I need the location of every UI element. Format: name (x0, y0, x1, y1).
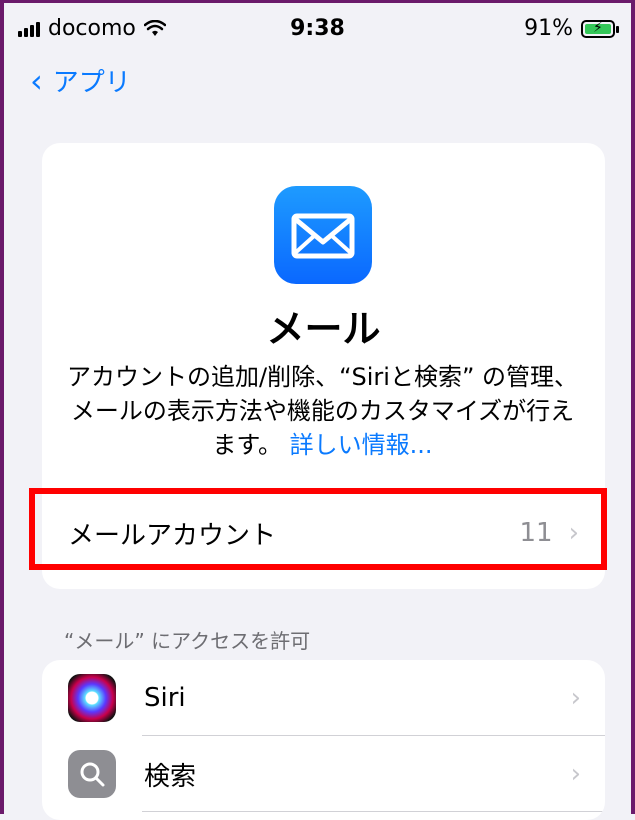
back-label: アプリ (52, 68, 131, 98)
battery-icon: ⚡ (581, 19, 619, 38)
section-header: “メール” にアクセスを許可 (64, 629, 311, 653)
list-item-siri[interactable]: Siri › (42, 660, 605, 736)
status-bar: docomo 9:38 91% ⚡ (0, 0, 635, 56)
app-description: アカウントの追加/削除、“Siriと検索” の管理、メールの表示方法や機能のカス… (62, 360, 583, 462)
more-info-link[interactable]: 詳しい情報... (290, 431, 433, 459)
siri-icon (68, 674, 116, 722)
battery-percent: 91% (524, 16, 573, 41)
divider (142, 811, 605, 812)
envelope-icon (291, 213, 355, 259)
highlight-box (29, 488, 607, 570)
app-title: メール (266, 307, 381, 351)
list-item-label: Siri (144, 683, 186, 713)
back-button[interactable]: ‹ アプリ (30, 62, 131, 99)
status-right: 91% ⚡ (524, 16, 619, 41)
chevron-right-icon: › (570, 683, 581, 713)
list-item-label: 検索 (144, 761, 197, 792)
list-item-search[interactable]: 検索 › (42, 736, 605, 812)
access-list: Siri › 検索 › (42, 660, 605, 820)
mail-app-icon (274, 186, 372, 284)
chevron-right-icon: › (570, 759, 581, 789)
chevron-left-icon: ‹ (30, 61, 43, 100)
search-icon (68, 750, 116, 798)
